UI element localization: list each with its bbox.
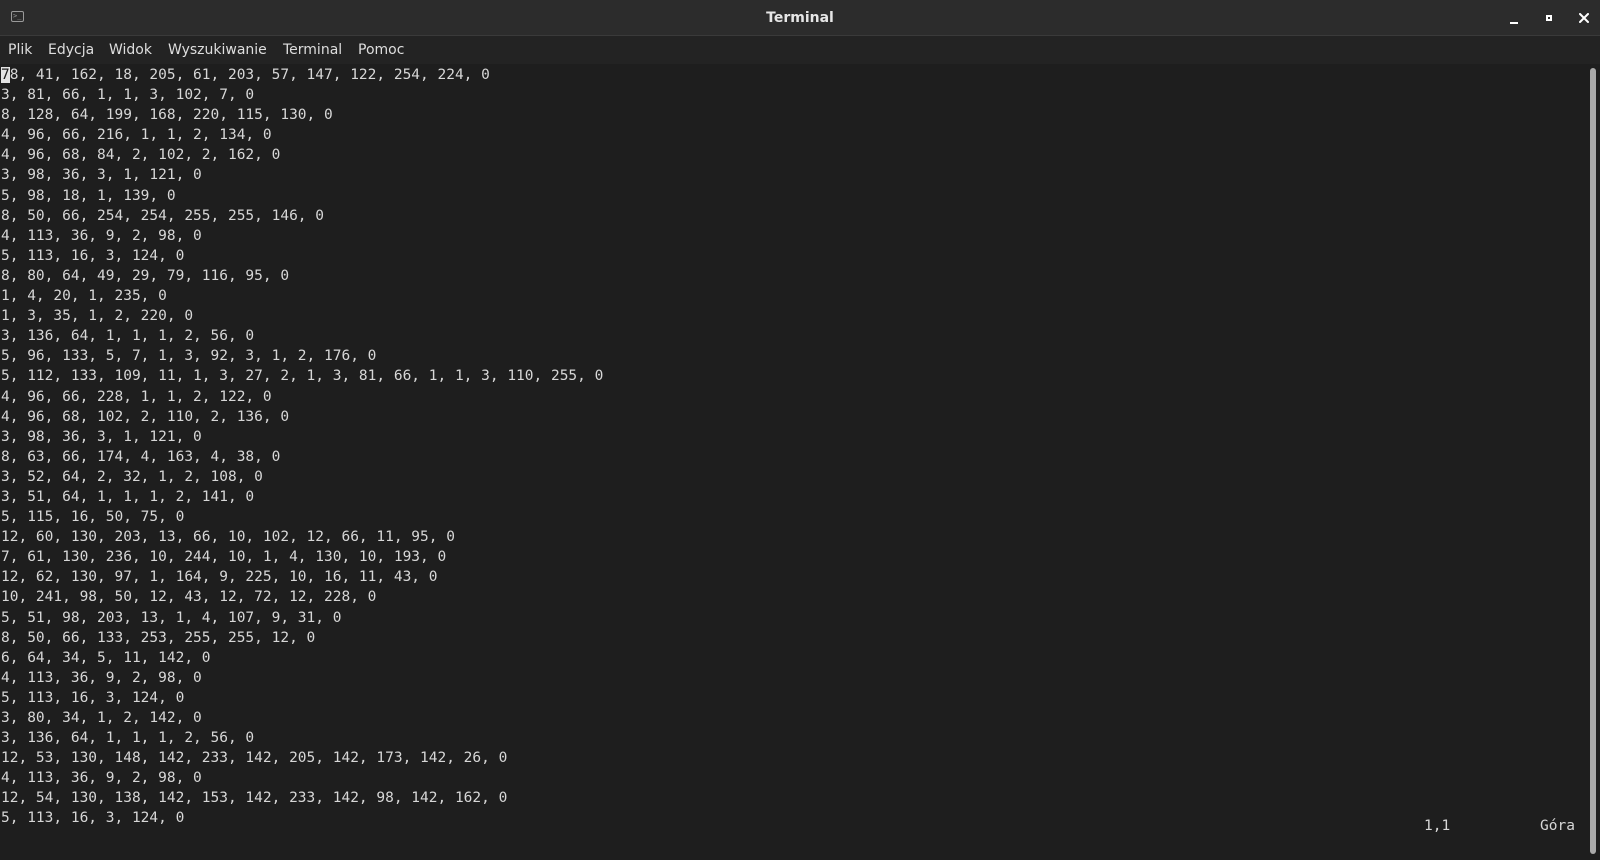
terminal-line: 6, 64, 34, 5, 11, 142, 0 [1, 649, 211, 666]
terminal-line: 4, 96, 68, 84, 2, 102, 2, 162, 0 [1, 147, 281, 164]
terminal-line: 5, 51, 98, 203, 13, 1, 4, 107, 9, 31, 0 [1, 609, 342, 626]
terminal-line: 3, 98, 36, 3, 1, 121, 0 [1, 167, 202, 184]
scroll-position-indicator: Góra [1540, 818, 1575, 834]
menu-edycja[interactable]: Edycja [48, 36, 94, 64]
terminal-line: 4, 113, 36, 9, 2, 98, 0 [1, 770, 202, 787]
minimize-icon [1510, 22, 1518, 24]
terminal-line: 12, 54, 130, 138, 142, 153, 142, 233, 14… [1, 790, 508, 807]
terminal-line: 1, 3, 35, 1, 2, 220, 0 [1, 308, 194, 325]
terminal-line: 10, 241, 98, 50, 12, 43, 12, 72, 12, 228… [1, 589, 377, 606]
window-title: Terminal [766, 10, 834, 26]
terminal-line: 3, 98, 36, 3, 1, 121, 0 [1, 428, 202, 445]
terminal-line: 1, 4, 20, 1, 235, 0 [1, 288, 167, 305]
terminal-line: 3, 51, 64, 1, 1, 1, 2, 141, 0 [1, 488, 255, 505]
terminal-line: 5, 98, 18, 1, 139, 0 [1, 187, 176, 204]
terminal-line: 7, 61, 130, 236, 10, 244, 10, 1, 4, 130,… [1, 549, 447, 566]
menu-bar: Plik Edycja Widok Wyszukiwanie Terminal … [0, 36, 1600, 64]
terminal-line: 4, 113, 36, 9, 2, 98, 0 [1, 227, 202, 244]
terminal-line: 12, 62, 130, 97, 1, 164, 9, 225, 10, 16,… [1, 569, 438, 586]
terminal-line: 4, 96, 66, 228, 1, 1, 2, 122, 0 [1, 388, 272, 405]
terminal-app-icon: >_ [11, 11, 24, 22]
menu-pomoc[interactable]: Pomoc [358, 36, 404, 64]
terminal-line: 4, 113, 36, 9, 2, 98, 0 [1, 669, 202, 686]
terminal-line: 8, 63, 66, 174, 4, 163, 4, 38, 0 [1, 448, 281, 465]
terminal-line: 5, 112, 133, 109, 11, 1, 3, 27, 2, 1, 3,… [1, 368, 604, 385]
terminal-line: 8, 128, 64, 199, 168, 220, 115, 130, 0 [1, 107, 333, 124]
close-button[interactable] [1571, 5, 1597, 31]
terminal-line: 3, 136, 64, 1, 1, 1, 2, 56, 0 [1, 730, 255, 747]
menu-wyszukiwanie[interactable]: Wyszukiwanie [168, 36, 267, 64]
terminal-line: 12, 53, 130, 148, 142, 233, 142, 205, 14… [1, 750, 508, 767]
terminal-line: 78, 41, 162, 18, 205, 61, 203, 57, 147, … [1, 67, 490, 83]
terminal-window: >_ Terminal Plik Edycja Widok Wyszukiwan… [0, 0, 1600, 860]
terminal-line: 8, 80, 64, 49, 29, 79, 116, 95, 0 [1, 267, 290, 284]
maximize-button[interactable] [1536, 5, 1562, 31]
terminal-line: 5, 115, 16, 50, 75, 0 [1, 509, 185, 526]
maximize-icon [1546, 15, 1552, 21]
terminal-line: 3, 136, 64, 1, 1, 1, 2, 56, 0 [1, 328, 255, 345]
terminal-output-area[interactable]: 78, 41, 162, 18, 205, 61, 203, 57, 147, … [0, 64, 1586, 860]
text-cursor: 7 [1, 67, 10, 83]
scrollbar[interactable] [1586, 64, 1600, 860]
title-bar[interactable]: >_ Terminal [0, 0, 1600, 36]
terminal-line: 3, 80, 34, 1, 2, 142, 0 [1, 710, 202, 726]
terminal-line: 4, 96, 68, 102, 2, 110, 2, 136, 0 [1, 408, 290, 425]
terminal-line: 5, 113, 16, 3, 124, 0 [1, 810, 185, 827]
menu-plik[interactable]: Plik [8, 36, 32, 64]
terminal-line: 5, 96, 133, 5, 7, 1, 3, 92, 3, 1, 2, 176… [1, 348, 377, 365]
menu-widok[interactable]: Widok [109, 36, 152, 64]
terminal-line: 4, 96, 66, 216, 1, 1, 2, 134, 0 [1, 127, 272, 144]
menu-terminal[interactable]: Terminal [283, 36, 342, 64]
terminal-line-text: 8, 41, 162, 18, 205, 61, 203, 57, 147, 1… [9, 67, 490, 83]
terminal-line: 5, 113, 16, 3, 124, 0 [1, 689, 185, 706]
terminal-line: 8, 50, 66, 133, 253, 255, 255, 12, 0 [1, 629, 316, 646]
terminal-line: 5, 113, 16, 3, 124, 0 [1, 247, 185, 264]
terminal-line: 3, 81, 66, 1, 1, 3, 102, 7, 0 [1, 87, 255, 104]
minimize-button[interactable] [1501, 5, 1527, 31]
terminal-text: 78, 41, 162, 18, 205, 61, 203, 57, 147, … [1, 65, 603, 829]
scrollbar-thumb[interactable] [1590, 68, 1596, 854]
terminal-line: 8, 50, 66, 254, 254, 255, 255, 146, 0 [1, 207, 325, 224]
terminal-line: 3, 52, 64, 2, 32, 1, 2, 108, 0 [1, 468, 263, 485]
close-icon [1579, 13, 1589, 23]
terminal-line: 12, 60, 130, 203, 13, 66, 10, 102, 12, 6… [1, 529, 455, 546]
cursor-position-indicator: 1,1 [1424, 818, 1451, 834]
